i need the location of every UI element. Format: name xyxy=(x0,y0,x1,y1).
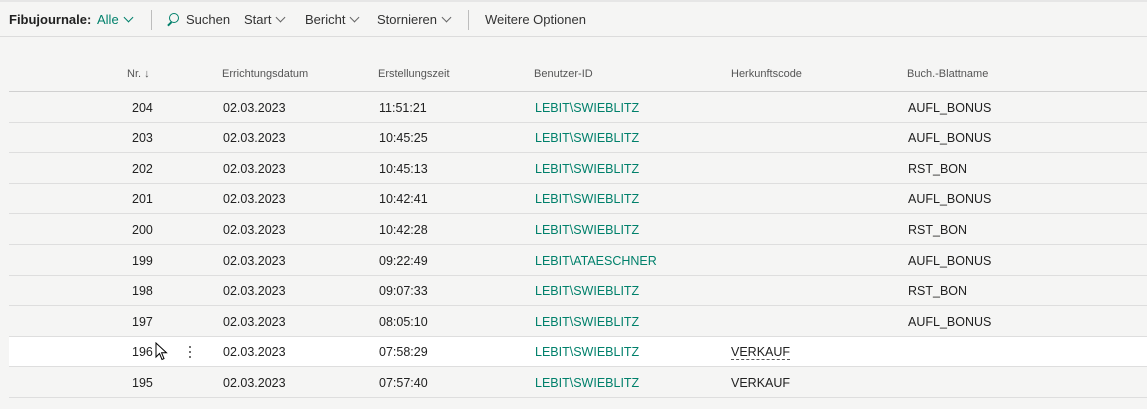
cell-time: 10:42:28 xyxy=(379,223,428,237)
cell-time: 10:45:25 xyxy=(379,131,428,145)
cell-user[interactable]: LEBIT\ATAESCHNER xyxy=(535,246,657,276)
cell-time: 10:45:13 xyxy=(379,162,428,176)
cell-date: 02.03.2023 xyxy=(223,254,286,268)
cell-user[interactable]: LEBIT\SWIEBLITZ xyxy=(535,307,639,337)
cell-user[interactable]: LEBIT\SWIEBLITZ xyxy=(535,123,639,153)
cell-nr[interactable]: 201 xyxy=(132,184,153,214)
chevron-down-icon xyxy=(123,12,134,23)
cell-source-value: VERKAUF xyxy=(731,345,791,360)
cell-date: 02.03.2023 xyxy=(223,345,286,359)
cancel-menu[interactable]: Stornieren xyxy=(377,2,452,37)
table-row[interactable]: 199 02.03.2023 09:22:49 LEBIT\ATAESCHNER… xyxy=(9,246,1147,276)
cell-user[interactable]: LEBIT\SWIEBLITZ xyxy=(535,215,639,245)
cell-date: 02.03.2023 xyxy=(223,131,286,145)
cell-nr[interactable]: 196 xyxy=(132,337,153,367)
cell-nr[interactable]: 204 xyxy=(132,93,153,123)
column-header-source[interactable]: Herkunftscode xyxy=(731,68,802,80)
cell-date: 02.03.2023 xyxy=(223,101,286,115)
column-header-time[interactable]: Erstellungszeit xyxy=(378,68,450,80)
cell-user[interactable]: LEBIT\SWIEBLITZ xyxy=(535,276,639,306)
cell-date: 02.03.2023 xyxy=(223,223,286,237)
cell-time: 07:58:29 xyxy=(379,345,428,359)
cell-source[interactable]: VERKAUF xyxy=(731,337,791,367)
cell-user[interactable]: LEBIT\SWIEBLITZ xyxy=(535,184,639,214)
action-bar: Fibujournale: Alle Suchen Start Bericht … xyxy=(0,2,1147,37)
report-menu[interactable]: Bericht xyxy=(305,2,360,37)
cell-time: 09:22:49 xyxy=(379,254,428,268)
cell-batch: AUFL_BONUS xyxy=(908,101,992,115)
cell-user[interactable]: LEBIT\SWIEBLITZ xyxy=(535,368,639,398)
header-divider xyxy=(9,91,1147,92)
chevron-down-icon xyxy=(441,12,452,23)
cell-source: VERKAUF xyxy=(731,376,791,390)
cell-batch: RST_BON xyxy=(908,223,968,237)
cell-time: 11:51:21 xyxy=(379,101,427,115)
cell-batch: AUFL_BONUS xyxy=(908,254,992,268)
cell-time: 07:57:40 xyxy=(379,376,428,390)
cancel-label: Stornieren xyxy=(377,12,437,27)
row-actions-icon[interactable] xyxy=(189,346,192,359)
cell-batch: AUFL_BONUS xyxy=(908,315,992,329)
column-header-date[interactable]: Errichtungsdatum xyxy=(222,68,308,80)
cell-nr[interactable]: 202 xyxy=(132,154,153,184)
cell-batch: RST_BON xyxy=(908,284,968,298)
table-row-selected[interactable]: 196 02.03.2023 07:58:29 LEBIT\SWIEBLITZ … xyxy=(9,337,1147,367)
toolbar-divider xyxy=(468,10,469,30)
cell-user[interactable]: LEBIT\SWIEBLITZ xyxy=(535,337,639,367)
view-filter-dropdown[interactable]: Alle xyxy=(97,2,134,37)
mouse-cursor-icon xyxy=(155,341,168,366)
page-title: Fibujournale: xyxy=(9,12,92,27)
table-row[interactable]: 202 02.03.2023 10:45:13 LEBIT\SWIEBLITZ … xyxy=(9,154,1147,184)
cell-time: 09:07:33 xyxy=(379,284,428,298)
table-row[interactable]: 195 02.03.2023 07:57:40 LEBIT\SWIEBLITZ … xyxy=(9,368,1147,398)
column-header-nr[interactable]: Nr. ↓ xyxy=(127,68,150,80)
cell-nr[interactable]: 195 xyxy=(132,368,153,398)
cell-nr[interactable]: 198 xyxy=(132,276,153,306)
toolbar-divider xyxy=(151,10,152,30)
cell-batch: AUFL_BONUS xyxy=(908,192,992,206)
report-label: Bericht xyxy=(305,12,346,27)
view-filter-label: Alle xyxy=(97,12,119,27)
search-label: Suchen xyxy=(186,12,231,27)
column-header-batch[interactable]: Buch.-Blattname xyxy=(907,68,988,80)
cell-nr[interactable]: 199 xyxy=(132,246,153,276)
more-options-button[interactable]: Weitere Optionen xyxy=(485,2,586,37)
cell-date: 02.03.2023 xyxy=(223,162,286,176)
cell-date: 02.03.2023 xyxy=(223,376,286,390)
cell-date: 02.03.2023 xyxy=(223,284,286,298)
cell-nr[interactable]: 200 xyxy=(132,215,153,245)
column-header-user[interactable]: Benutzer-ID xyxy=(534,68,593,80)
cell-batch: AUFL_BONUS xyxy=(908,131,992,145)
cell-nr[interactable]: 197 xyxy=(132,307,153,337)
start-label: Start xyxy=(244,12,272,27)
cell-time: 10:42:41 xyxy=(379,192,428,206)
search-button[interactable]: Suchen xyxy=(166,2,230,37)
table-row[interactable]: 204 02.03.2023 11:51:21 LEBIT\SWIEBLITZ … xyxy=(9,93,1147,123)
cell-time: 08:05:10 xyxy=(379,315,428,329)
table-row[interactable]: 198 02.03.2023 09:07:33 LEBIT\SWIEBLITZ … xyxy=(9,276,1147,306)
start-menu[interactable]: Start xyxy=(244,2,286,37)
cell-user[interactable]: LEBIT\SWIEBLITZ xyxy=(535,154,639,184)
table-row[interactable]: 197 02.03.2023 08:05:10 LEBIT\SWIEBLITZ … xyxy=(9,307,1147,337)
search-icon xyxy=(166,12,180,27)
cell-user[interactable]: LEBIT\SWIEBLITZ xyxy=(535,93,639,123)
cell-date: 02.03.2023 xyxy=(223,192,286,206)
table-row[interactable]: 201 02.03.2023 10:42:41 LEBIT\SWIEBLITZ … xyxy=(9,184,1147,214)
cell-date: 02.03.2023 xyxy=(223,315,286,329)
cell-batch: RST_BON xyxy=(908,162,968,176)
cell-nr[interactable]: 203 xyxy=(132,123,153,153)
table-row[interactable]: 203 02.03.2023 10:45:25 LEBIT\SWIEBLITZ … xyxy=(9,123,1147,153)
table-row[interactable]: 200 02.03.2023 10:42:28 LEBIT\SWIEBLITZ … xyxy=(9,215,1147,245)
chevron-down-icon xyxy=(276,12,286,23)
chevron-down-icon xyxy=(350,12,360,23)
